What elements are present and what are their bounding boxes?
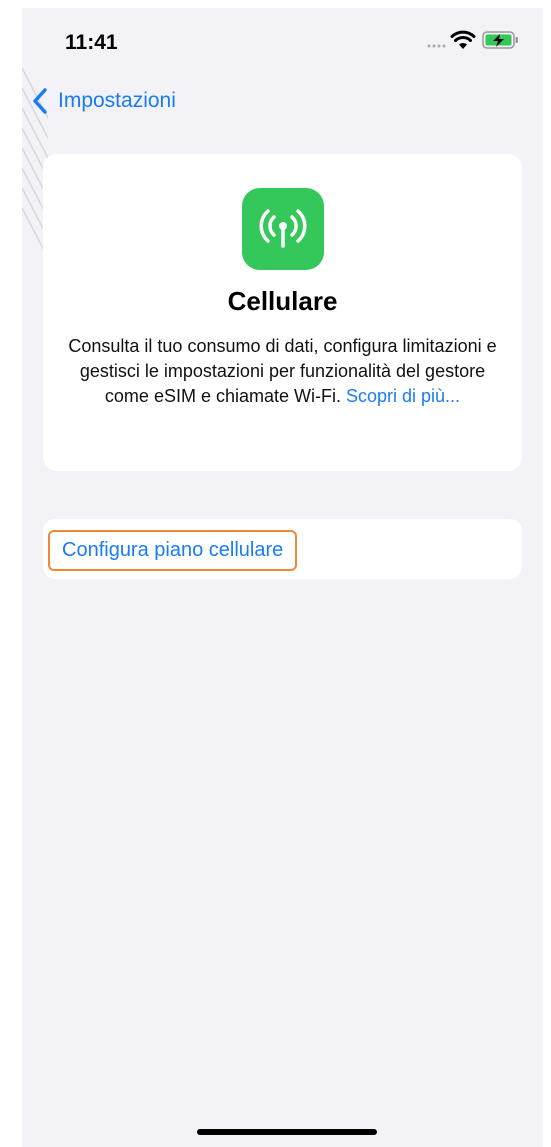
signal-dots-icon	[427, 44, 446, 48]
back-button-label: Impostazioni	[58, 89, 176, 112]
chevron-left-icon	[33, 88, 47, 114]
setup-plan-card: Configura piano cellulare	[43, 519, 522, 579]
back-button[interactable]: Impostazioni	[32, 86, 176, 116]
cellular-description: Consulta il tuo consumo di dati, configu…	[61, 334, 504, 409]
cellular-info-card: Cellulare Consulta il tuo consumo di dat…	[43, 154, 522, 471]
setup-cellular-plan-button[interactable]: Configura piano cellulare	[48, 530, 298, 571]
cellular-app-icon	[242, 188, 324, 270]
status-bar: 11:41	[22, 8, 543, 68]
home-indicator[interactable]	[197, 1129, 377, 1135]
wifi-icon	[450, 30, 476, 49]
screen: 11:41 Impostazioni Cellulare Consulta il…	[22, 8, 543, 1147]
antenna-icon	[259, 209, 307, 248]
page-title: Cellulare	[227, 286, 338, 316]
status-time: 11:41	[65, 31, 118, 54]
battery-charging-icon	[482, 31, 518, 49]
learn-more-link[interactable]: Scopri di più...	[346, 386, 460, 406]
